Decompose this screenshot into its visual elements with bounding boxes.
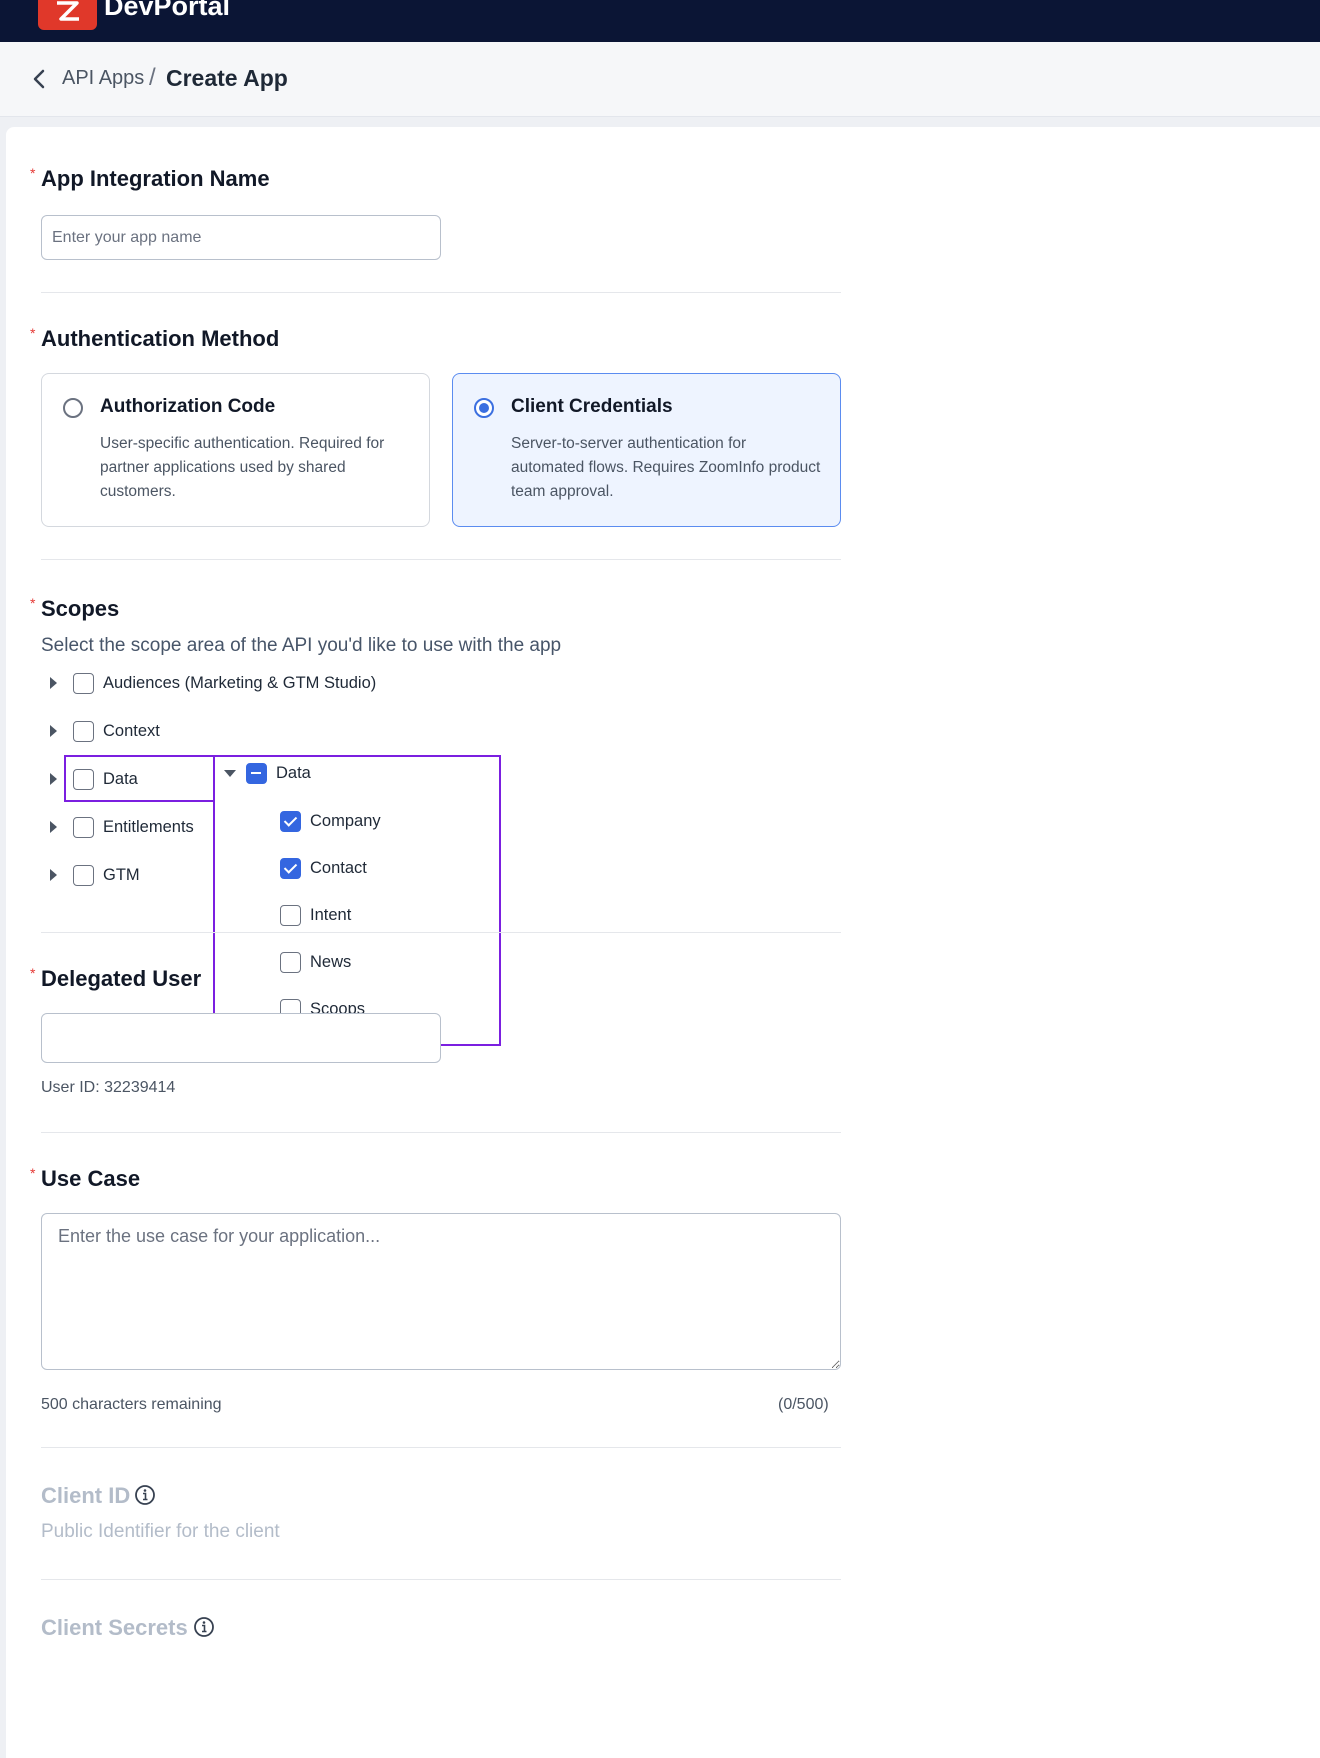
caret-right-icon[interactable] — [50, 677, 57, 689]
chevron-left-icon[interactable] — [30, 68, 48, 90]
top-navigation-bar: DevPortal — [0, 0, 1320, 42]
scope-child-label: News — [310, 952, 352, 971]
client-id-label: Client ID — [41, 1483, 131, 1508]
scope-label: Data — [276, 763, 311, 782]
required-asterisk: * — [30, 595, 36, 611]
create-app-form-card — [6, 127, 1320, 1758]
characters-remaining: 500 characters remaining — [41, 1396, 222, 1413]
scope-child-label: Intent — [310, 905, 352, 924]
data-child-news[interactable]: News — [280, 949, 351, 975]
page-title: Create App — [166, 65, 288, 91]
divider — [41, 932, 841, 933]
intent-checkbox[interactable] — [280, 904, 301, 926]
data-row-highlight — [64, 755, 215, 802]
scope-checkbox[interactable] — [73, 816, 94, 838]
breadcrumb-separator: / — [149, 64, 156, 91]
breadcrumb-api-apps-link[interactable]: API Apps — [62, 67, 144, 90]
caret-right-icon[interactable] — [50, 869, 57, 881]
app-name-input[interactable] — [41, 215, 441, 260]
brand-name: DevPortal — [104, 0, 231, 21]
caret-right-icon[interactable] — [50, 725, 57, 737]
caret-right-icon[interactable] — [50, 821, 57, 833]
data-child-intent[interactable]: Intent — [280, 902, 351, 928]
auth-option-description: Server-to-server authentication for auto… — [511, 435, 821, 500]
user-id-text: User ID: 32239414 — [41, 1079, 176, 1096]
data-child-company[interactable]: Company — [280, 808, 381, 834]
delegated-user-label: Delegated User — [41, 966, 202, 991]
auth-option-client-credentials[interactable]: Client Credentials Server-to-server auth… — [452, 373, 841, 527]
divider — [41, 1447, 841, 1448]
divider — [41, 559, 841, 560]
scope-label: Entitlements — [103, 817, 194, 836]
scopes-hint: Select the scope area of the API you'd l… — [41, 635, 562, 656]
app-name-label: App Integration Name — [41, 166, 270, 191]
scope-item-audiences[interactable]: Audiences (Marketing & GTM Studio) — [47, 670, 376, 696]
info-icon[interactable] — [193, 1616, 215, 1638]
delegated-user-input[interactable] — [41, 1013, 441, 1063]
data-child-contact[interactable]: Contact — [280, 855, 367, 881]
client-secrets-label: Client Secrets — [41, 1615, 188, 1640]
auth-option-title: Authorization Code — [100, 396, 276, 417]
scope-checkbox[interactable] — [73, 672, 94, 694]
use-case-textarea[interactable] — [41, 1213, 841, 1370]
zoominfo-logo[interactable] — [38, 0, 97, 30]
scope-item-entitlements[interactable]: Entitlements — [47, 814, 194, 840]
scope-label: Audiences (Marketing & GTM Studio) — [103, 673, 377, 692]
divider — [41, 292, 841, 293]
auth-option-authorization-code[interactable]: Authorization Code User-specific authent… — [41, 373, 430, 527]
client-credentials-radio[interactable] — [474, 398, 494, 418]
company-checkbox[interactable] — [280, 810, 301, 832]
divider — [41, 1132, 841, 1133]
caret-right-icon[interactable] — [50, 773, 57, 785]
contact-checkbox[interactable] — [280, 857, 301, 879]
auth-option-description: User-specific authentication. Required f… — [100, 435, 385, 500]
scope-label: Context — [103, 721, 160, 740]
scope-label: GTM — [103, 865, 140, 884]
scope-item-gtm[interactable]: GTM — [47, 862, 140, 888]
required-asterisk: * — [30, 1165, 36, 1181]
scope-child-label: Contact — [310, 858, 367, 877]
caret-down-icon[interactable] — [224, 769, 236, 777]
logo-icon — [56, 1, 79, 21]
scope-checkbox[interactable] — [73, 864, 94, 886]
divider — [41, 1579, 841, 1580]
scope-child-label: Company — [310, 811, 381, 830]
authorization-code-radio[interactable] — [63, 398, 83, 418]
data-scope-parent[interactable]: Data — [224, 760, 311, 786]
news-checkbox[interactable] — [280, 951, 301, 973]
required-asterisk: * — [30, 165, 36, 181]
scope-item-context[interactable]: Context — [47, 718, 160, 744]
character-counter: (0/500) — [778, 1396, 829, 1413]
required-asterisk: * — [30, 965, 36, 981]
auth-method-label: Authentication Method — [41, 326, 280, 351]
scopes-label: Scopes — [41, 596, 120, 621]
required-asterisk: * — [30, 325, 36, 341]
client-id-description: Public Identifier for the client — [41, 1521, 280, 1542]
scope-checkbox[interactable] — [73, 720, 94, 742]
data-parent-checkbox[interactable] — [246, 762, 267, 784]
use-case-label: Use Case — [41, 1166, 141, 1191]
info-icon[interactable] — [134, 1484, 156, 1506]
auth-option-title: Client Credentials — [511, 396, 673, 417]
